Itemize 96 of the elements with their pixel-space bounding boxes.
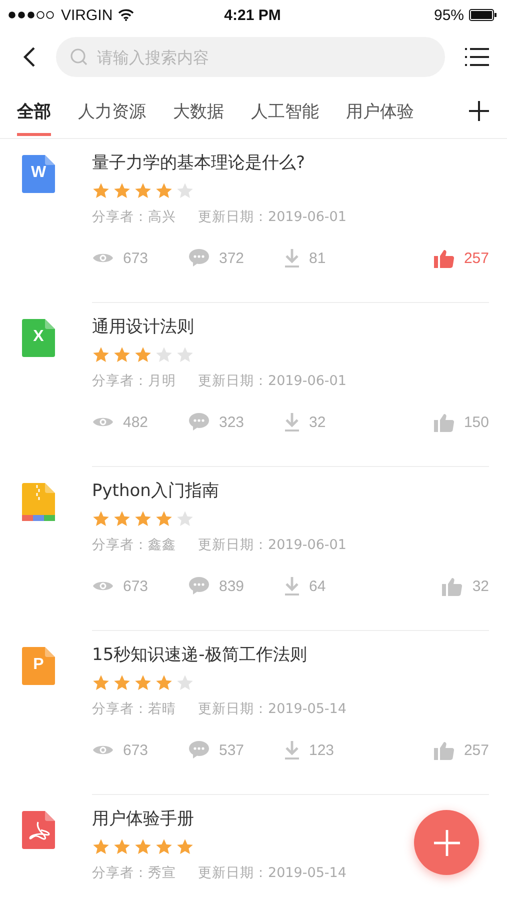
file-type-letter: P bbox=[32, 656, 45, 674]
star-icon bbox=[176, 510, 194, 528]
document-icon bbox=[22, 647, 55, 685]
star-icon bbox=[134, 510, 152, 528]
carrier-name: VIRGIN bbox=[61, 6, 113, 24]
star-icon bbox=[92, 838, 110, 856]
star-icon bbox=[113, 182, 131, 200]
download-count: 123 bbox=[309, 742, 334, 758]
update-date: 更新日期：2019-06-01 bbox=[198, 536, 346, 554]
file-type-letter: X bbox=[32, 328, 45, 346]
update-date: 更新日期：2019-06-01 bbox=[198, 372, 346, 390]
view-count: 673 bbox=[123, 742, 148, 758]
thumbs-up-icon bbox=[434, 740, 454, 760]
star-icon bbox=[155, 182, 173, 200]
sharer-name: 分享者：若晴 bbox=[92, 700, 176, 718]
document-title[interactable]: 15秒知识速递-极简工作法则 bbox=[92, 643, 489, 667]
back-button[interactable] bbox=[22, 46, 36, 68]
star-icon bbox=[155, 838, 173, 856]
document-icon bbox=[22, 483, 55, 521]
comment-count: 839 bbox=[219, 578, 244, 594]
eye-icon bbox=[92, 743, 114, 757]
sharer-name: 分享者：秀宣 bbox=[92, 864, 176, 882]
eye-icon bbox=[92, 251, 114, 265]
add-icon bbox=[434, 830, 460, 856]
document-icon bbox=[22, 811, 55, 849]
menu-button[interactable] bbox=[465, 47, 489, 67]
star-icon bbox=[113, 346, 131, 364]
document-title[interactable]: Python入门指南 bbox=[92, 479, 489, 503]
comment-icon bbox=[188, 740, 210, 760]
star-icon bbox=[113, 510, 131, 528]
category-tab[interactable]: 大数据 bbox=[172, 84, 225, 138]
download-count: 32 bbox=[309, 414, 326, 430]
document-title[interactable]: 用户体验手册 bbox=[92, 807, 489, 831]
star-icon bbox=[176, 674, 194, 692]
comment-count: 537 bbox=[219, 742, 244, 758]
comment-icon bbox=[188, 412, 210, 432]
battery-icon bbox=[469, 9, 498, 21]
download-icon bbox=[284, 576, 300, 596]
star-icon bbox=[92, 510, 110, 528]
download-count: 81 bbox=[309, 250, 326, 266]
comment-icon bbox=[188, 248, 210, 268]
thumbs-up-icon bbox=[434, 248, 454, 268]
eye-icon bbox=[92, 579, 114, 593]
thumbs-up-icon bbox=[442, 576, 462, 596]
clock-time: 4:21 PM bbox=[224, 6, 281, 24]
signal-icon bbox=[8, 11, 56, 19]
category-tab[interactable]: 全部 bbox=[16, 84, 52, 138]
star-icon bbox=[134, 838, 152, 856]
category-tab[interactable]: 人工智能 bbox=[250, 84, 320, 138]
battery-percent: 95% bbox=[434, 6, 464, 24]
view-count: 482 bbox=[123, 414, 148, 430]
comment-count: 372 bbox=[219, 250, 244, 266]
update-date: 更新日期：2019-05-14 bbox=[198, 700, 346, 718]
star-icon bbox=[113, 674, 131, 692]
star-icon bbox=[176, 346, 194, 364]
download-icon bbox=[284, 412, 300, 432]
document-title[interactable]: 量子力学的基本理论是什么? bbox=[92, 151, 489, 175]
add-icon bbox=[469, 101, 489, 121]
star-icon bbox=[134, 346, 152, 364]
search-icon bbox=[70, 48, 88, 66]
star-icon bbox=[155, 346, 173, 364]
download-icon bbox=[284, 248, 300, 268]
sharer-name: 分享者：月明 bbox=[92, 372, 176, 390]
menu-icon bbox=[465, 47, 489, 67]
document-icon bbox=[22, 319, 55, 357]
category-tab[interactable]: 人力资源 bbox=[77, 84, 147, 138]
sharer-name: 分享者：鑫鑫 bbox=[92, 536, 176, 554]
comment-icon bbox=[188, 576, 210, 596]
star-icon bbox=[134, 182, 152, 200]
star-icon bbox=[92, 182, 110, 200]
sharer-name: 分享者：高兴 bbox=[92, 208, 176, 226]
star-icon bbox=[176, 182, 194, 200]
add-button[interactable] bbox=[414, 810, 479, 875]
document-icon bbox=[22, 155, 55, 193]
view-count: 673 bbox=[123, 250, 148, 266]
star-icon bbox=[155, 674, 173, 692]
category-tab[interactable]: 用户体验 bbox=[345, 84, 415, 138]
file-type-letter: W bbox=[30, 164, 48, 182]
back-icon bbox=[22, 46, 36, 68]
document-title[interactable]: 通用设计法则 bbox=[92, 315, 489, 339]
download-count: 64 bbox=[309, 578, 326, 594]
search-field[interactable]: 请输入搜索内容 bbox=[56, 37, 445, 77]
update-date: 更新日期：2019-05-14 bbox=[198, 864, 346, 882]
eye-icon bbox=[92, 415, 114, 429]
comment-count: 323 bbox=[219, 414, 244, 430]
star-icon bbox=[113, 838, 131, 856]
view-count: 673 bbox=[123, 578, 148, 594]
star-icon bbox=[134, 674, 152, 692]
star-icon bbox=[92, 346, 110, 364]
download-icon bbox=[284, 740, 300, 760]
update-date: 更新日期：2019-06-01 bbox=[198, 208, 346, 226]
wifi-icon bbox=[118, 9, 134, 21]
star-icon bbox=[176, 838, 194, 856]
thumbs-up-icon bbox=[434, 412, 454, 432]
star-icon bbox=[155, 510, 173, 528]
star-icon bbox=[92, 674, 110, 692]
